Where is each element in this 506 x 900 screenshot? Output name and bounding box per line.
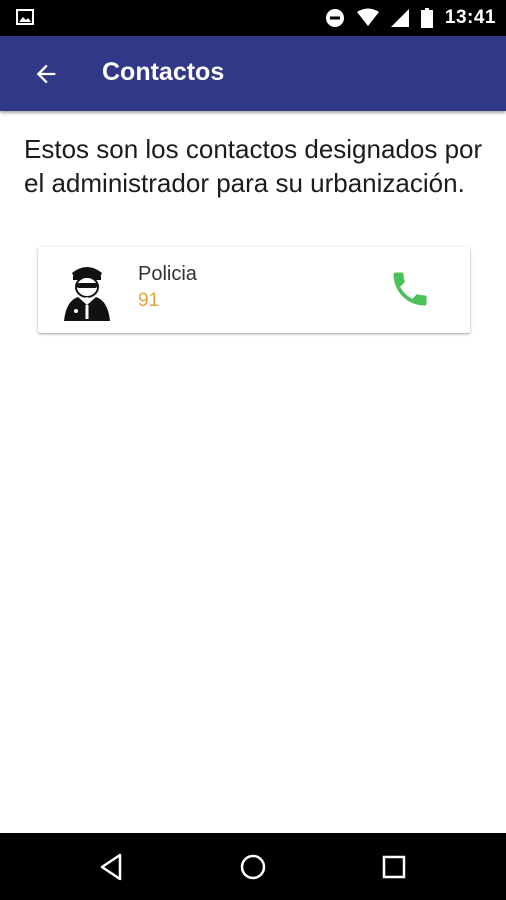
wifi-icon xyxy=(356,8,379,28)
phone-icon[interactable] xyxy=(388,267,432,311)
police-officer-icon xyxy=(64,267,110,321)
status-icons: 13:41 xyxy=(325,0,496,36)
arrow-back-icon[interactable] xyxy=(32,60,60,88)
contact-number: 91 xyxy=(138,290,160,311)
battery-icon xyxy=(420,8,433,28)
app-bar: Contactos xyxy=(0,36,506,111)
nav-recents-icon[interactable] xyxy=(378,851,410,883)
status-time: 13:41 xyxy=(444,7,496,28)
navigation-bar xyxy=(0,833,506,900)
signal-icon xyxy=(390,8,409,28)
do-not-disturb-icon xyxy=(325,8,345,28)
contact-card[interactable]: Policia 91 xyxy=(38,247,470,333)
image-notification-icon xyxy=(16,9,34,25)
status-bar: 13:41 xyxy=(0,0,506,36)
page-title: Contactos xyxy=(102,58,225,86)
contact-name: Policia xyxy=(138,263,197,285)
nav-back-icon[interactable] xyxy=(96,851,128,883)
intro-text: Estos son los contactos designados por e… xyxy=(24,134,483,198)
nav-home-icon[interactable] xyxy=(237,851,269,883)
